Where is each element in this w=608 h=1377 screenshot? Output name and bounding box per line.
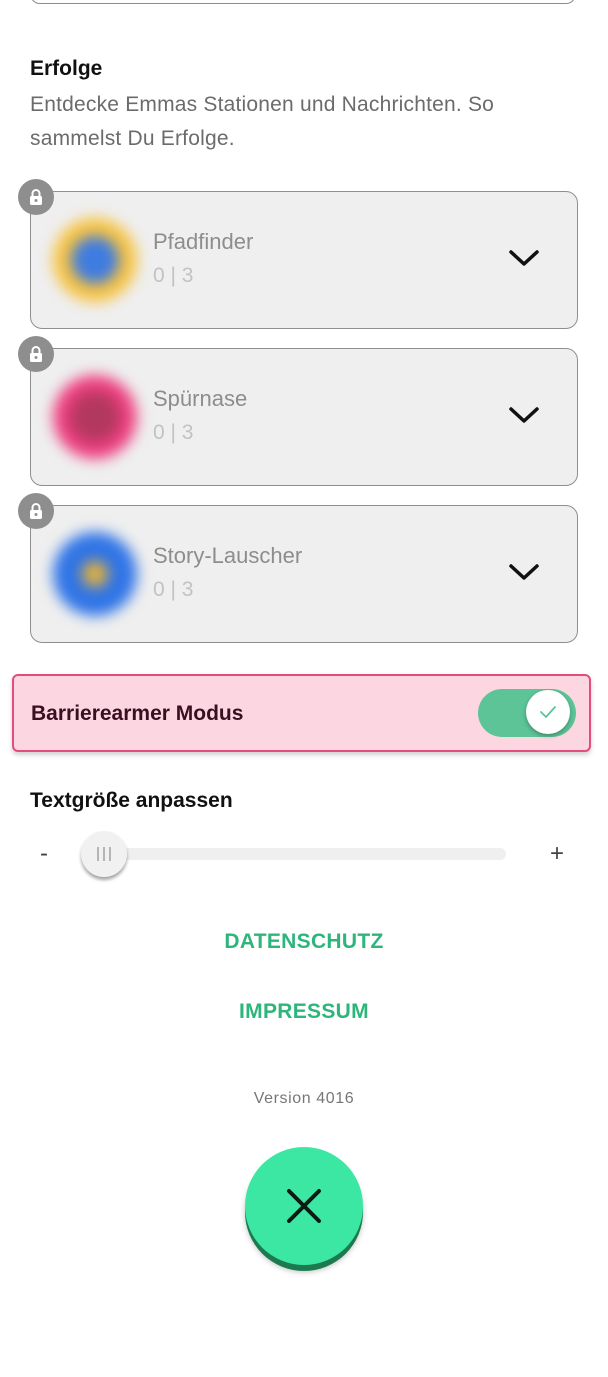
achievements-title: Erfolge <box>30 57 103 80</box>
achievement-badge-icon <box>53 375 137 459</box>
text-size-label: Textgröße anpassen <box>30 789 233 812</box>
achievement-card-story-lauscher[interactable]: Story-Lauscher 0 | 3 <box>18 493 578 643</box>
text-size-decrease[interactable]: - <box>40 840 48 868</box>
toggle-knob[interactable] <box>526 690 570 734</box>
achievement-progress: 0 | 3 <box>153 421 194 444</box>
achievement-name: Pfadfinder <box>153 229 254 254</box>
achievements-description: Entdecke Emmas Stationen und Nachrichten… <box>30 93 495 150</box>
achievement-badge-icon <box>53 532 137 616</box>
check-icon <box>540 706 556 718</box>
accessibility-mode-label: Barrierearmer Modus <box>31 702 244 725</box>
grip-icon <box>97 847 111 861</box>
lock-icon <box>18 179 54 215</box>
chevron-down-icon[interactable] <box>507 247 541 269</box>
achievement-card-spuernase[interactable]: Spürnase 0 | 3 <box>18 336 578 486</box>
lock-icon <box>18 493 54 529</box>
accessibility-mode-row: Barrierearmer Modus <box>12 674 591 752</box>
imprint-link[interactable]: IMPRESSUM <box>0 1000 608 1024</box>
text-size-slider[interactable] <box>104 848 506 860</box>
close-button[interactable] <box>245 1147 363 1265</box>
chevron-down-icon[interactable] <box>507 561 541 583</box>
achievement-name: Story-Lauscher <box>153 543 303 568</box>
achievement-progress: 0 | 3 <box>153 264 194 287</box>
previous-card-edge <box>30 0 576 4</box>
privacy-link[interactable]: DATENSCHUTZ <box>0 930 608 954</box>
text-size-increase[interactable]: + <box>550 840 564 868</box>
achievement-name: Spürnase <box>153 386 248 411</box>
close-icon <box>287 1189 321 1223</box>
lock-icon <box>18 336 54 372</box>
achievement-card-pfadfinder[interactable]: Pfadfinder 0 | 3 <box>18 179 578 329</box>
chevron-down-icon[interactable] <box>507 404 541 426</box>
slider-thumb[interactable] <box>81 831 127 877</box>
achievement-progress: 0 | 3 <box>153 578 194 601</box>
achievement-badge-icon <box>53 218 137 302</box>
version-label: Version 4016 <box>253 1090 355 1107</box>
